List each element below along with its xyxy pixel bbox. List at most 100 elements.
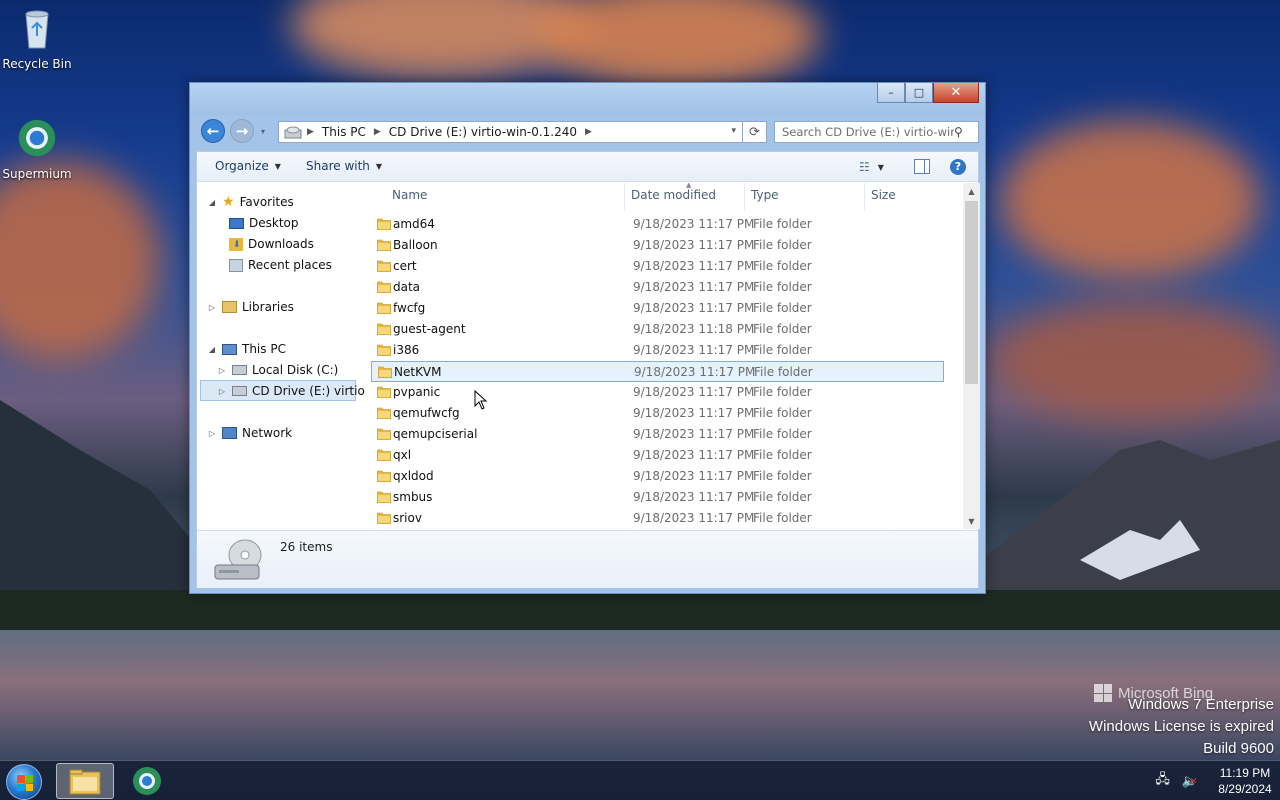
file-row[interactable]: qxldod 9/18/2023 11:17 PM File folder: [371, 466, 944, 487]
preview-pane-button[interactable]: [914, 159, 930, 174]
desktop-icon-recycle-bin[interactable]: Recycle Bin: [0, 6, 74, 71]
file-date-modified: 9/18/2023 11:17 PM: [633, 490, 755, 504]
address-dropdown-icon[interactable]: ▾: [731, 126, 736, 136]
search-icon[interactable]: ⚲: [954, 125, 963, 139]
column-divider[interactable]: [624, 183, 625, 211]
forward-button[interactable]: →: [230, 119, 254, 143]
file-type: File folder: [753, 343, 812, 357]
supermium-icon: [18, 119, 56, 157]
taskbar-supermium-button[interactable]: [118, 763, 176, 799]
address-field[interactable]: ▶ This PC ▶ CD Drive (E:) virtio-win-0.1…: [278, 121, 743, 143]
wallpaper-cloud: [540, 0, 820, 90]
column-divider[interactable]: [744, 183, 745, 211]
expanded-arrow-icon[interactable]: ◢: [207, 345, 217, 354]
column-header-date-modified[interactable]: Date modified: [631, 188, 716, 202]
refresh-button[interactable]: ⟳: [743, 121, 767, 143]
file-row[interactable]: data 9/18/2023 11:17 PM File folder: [371, 277, 944, 298]
search-input[interactable]: [782, 125, 954, 139]
chevron-down-icon: ▼: [375, 161, 383, 171]
desktop-icon-supermium[interactable]: Supermium: [0, 116, 74, 181]
wallpaper-cloud: [1000, 120, 1260, 280]
file-row[interactable]: amd64 9/18/2023 11:17 PM File folder: [371, 214, 944, 235]
file-row[interactable]: smbus 9/18/2023 11:17 PM File folder: [371, 487, 944, 508]
cd-drive-large-icon: [214, 539, 262, 580]
collapsed-arrow-icon[interactable]: ▷: [217, 387, 227, 396]
file-date-modified: 9/18/2023 11:17 PM: [633, 217, 755, 231]
start-button[interactable]: [6, 764, 42, 800]
nav-item-this-pc[interactable]: ◢ This PC: [207, 339, 286, 359]
file-type: File folder: [753, 238, 812, 252]
collapsed-arrow-icon[interactable]: ▷: [207, 429, 217, 438]
file-row[interactable]: qemupciserial 9/18/2023 11:17 PM File fold…: [371, 424, 944, 445]
nav-item-network[interactable]: ▷ Network: [207, 423, 292, 443]
file-row[interactable]: guest-agent 9/18/2023 11:18 PM File folder: [371, 319, 944, 340]
collapsed-arrow-icon[interactable]: ▷: [217, 366, 227, 375]
change-view-button[interactable]: ☷ ▼: [859, 160, 884, 174]
network-tray-icon[interactable]: 🖧: [1155, 770, 1170, 792]
file-name: qemufwcfg: [393, 406, 460, 420]
chevron-down-icon: ▼: [274, 161, 281, 171]
column-header-size[interactable]: Size: [871, 188, 896, 202]
taskbar-explorer-button[interactable]: [56, 763, 114, 799]
nav-item-cd-drive[interactable]: ▷ CD Drive (E:) virtio-win-0.1.240: [217, 381, 365, 401]
back-button[interactable]: ←: [201, 119, 225, 143]
nav-item-desktop[interactable]: Desktop: [229, 213, 299, 233]
folder-icon: [377, 218, 391, 230]
cd-drive-icon: [232, 386, 247, 396]
column-divider[interactable]: [864, 183, 865, 211]
title-bar[interactable]: – □ ✕: [190, 83, 985, 115]
file-date-modified: 9/18/2023 11:17 PM: [633, 238, 755, 252]
scroll-down-button[interactable]: ▼: [963, 513, 980, 529]
file-type: File folder: [753, 511, 812, 525]
nav-label-local-disk: Local Disk (C:): [252, 363, 339, 377]
volume-muted-icon[interactable]: 🔈 ✕: [1182, 774, 1198, 789]
close-button[interactable]: ✕: [933, 83, 979, 103]
clock[interactable]: 11:19 PM 8/29/2024: [1210, 765, 1280, 797]
vertical-scrollbar[interactable]: ▲ ▼: [963, 183, 980, 529]
file-row[interactable]: qemufwcfg 9/18/2023 11:17 PM File folder: [371, 403, 944, 424]
file-row[interactable]: i386 9/18/2023 11:17 PM File folder: [371, 340, 944, 361]
explorer-window: – □ ✕ ← → ▾ ▶ This PC ▶ CD Drive (E:) vi: [189, 82, 986, 594]
column-header-type[interactable]: Type: [751, 188, 779, 202]
file-explorer-icon: [69, 769, 101, 795]
scrollbar-thumb[interactable]: [965, 201, 978, 384]
file-row[interactable]: Balloon 9/18/2023 11:17 PM File folder: [371, 235, 944, 256]
network-icon: [222, 427, 237, 439]
nav-item-recent-places[interactable]: Recent places: [229, 255, 332, 275]
file-row[interactable]: qxl 9/18/2023 11:17 PM File folder: [371, 445, 944, 466]
file-row[interactable]: fwcfg 9/18/2023 11:17 PM File folder: [371, 298, 944, 319]
file-date-modified: 9/18/2023 11:17 PM: [633, 343, 755, 357]
nav-item-libraries[interactable]: ▷ Libraries: [207, 297, 294, 317]
breadcrumb-this-pc[interactable]: This PC: [322, 125, 366, 139]
file-name: sriov: [393, 511, 422, 525]
nav-label-this-pc: This PC: [242, 342, 286, 356]
maximize-button[interactable]: □: [905, 83, 933, 103]
nav-item-downloads[interactable]: ⬇ Downloads: [229, 234, 314, 254]
file-date-modified: 9/18/2023 11:17 PM: [633, 280, 755, 294]
nav-label-libraries: Libraries: [242, 300, 294, 314]
file-row[interactable]: NetKVM 9/18/2023 11:17 PM File folder: [371, 361, 944, 382]
file-date-modified: 9/18/2023 11:17 PM: [633, 301, 755, 315]
organize-button[interactable]: Organize ▼: [215, 159, 281, 173]
recent-locations-button[interactable]: ▾: [261, 127, 265, 136]
column-header-name[interactable]: Name: [392, 188, 427, 202]
collapsed-arrow-icon[interactable]: ▷: [207, 303, 217, 312]
folder-icon: [377, 512, 391, 524]
file-name: NetKVM: [394, 365, 442, 379]
help-button[interactable]: ?: [950, 159, 966, 175]
nav-item-local-disk[interactable]: ▷ Local Disk (C:): [217, 360, 338, 380]
file-row[interactable]: sriov 9/18/2023 11:17 PM File folder: [371, 508, 944, 529]
hard-disk-icon: [232, 365, 247, 375]
breadcrumb-separator-icon: ▶: [585, 127, 592, 137]
scroll-up-button[interactable]: ▲: [963, 183, 980, 199]
file-row[interactable]: cert 9/18/2023 11:17 PM File folder: [371, 256, 944, 277]
share-with-button[interactable]: Share with ▼: [306, 159, 382, 173]
file-row[interactable]: pvpanic 9/18/2023 11:17 PM File folder: [371, 382, 944, 403]
file-name: smbus: [393, 490, 433, 504]
folder-icon: [377, 407, 391, 419]
minimize-button[interactable]: –: [877, 83, 905, 103]
file-name: fwcfg: [393, 301, 426, 315]
expanded-arrow-icon[interactable]: ◢: [207, 198, 217, 207]
breadcrumb-cd-drive[interactable]: CD Drive (E:) virtio-win-0.1.240: [389, 125, 577, 139]
nav-item-favorites[interactable]: ◢ ★ Favorites: [207, 192, 294, 212]
